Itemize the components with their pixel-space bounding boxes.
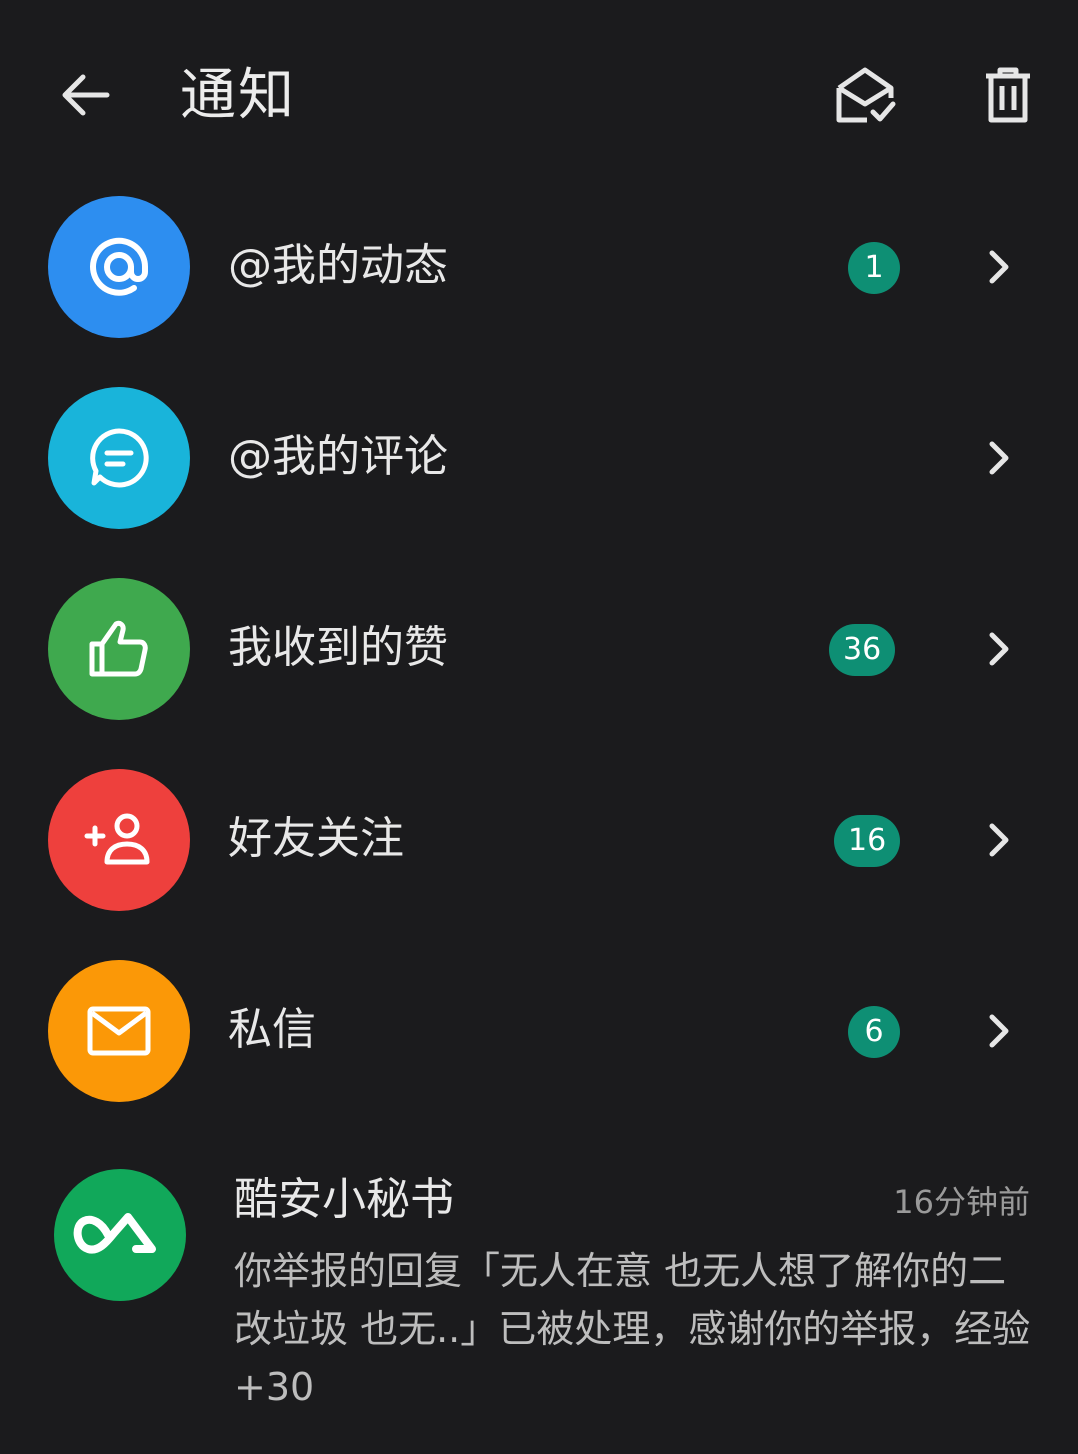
unread-badge: 1 [848,242,900,294]
delete-all-button[interactable] [972,58,1044,132]
chevron-right-icon [978,242,1018,292]
mail-icon [87,1006,151,1056]
notification-row-likes[interactable]: 我收到的赞 36 [0,564,1078,734]
envelope-open-check-icon [836,67,896,123]
thumbs-up-icon [89,620,148,677]
comments-avatar [48,387,190,529]
page-title: 通知 [180,63,296,128]
trash-icon [986,67,1030,123]
back-button[interactable] [50,58,120,132]
add-user-icon [84,813,150,865]
notification-row-comments[interactable]: @我的评论 [0,373,1078,543]
mark-all-read-button[interactable] [826,58,906,132]
unread-badge: 6 [848,1006,900,1058]
sender-name: 酷安小秘书 [234,1174,454,1225]
chevron-right-icon [978,433,1018,483]
coolapk-logo-icon [73,1213,156,1254]
followers-avatar [48,769,190,911]
at-icon [90,237,149,296]
notification-row-mentions[interactable]: @我的动态 1 [0,182,1078,352]
row-label: @我的动态 [228,240,448,291]
sender-avatar [54,1169,186,1301]
message-time: 16分钟前 [893,1183,1030,1221]
unread-badge: 16 [834,815,901,867]
unread-badge: 36 [829,624,896,676]
mentions-avatar [48,196,190,338]
arrow-left-icon [62,74,110,116]
notification-row-followers[interactable]: 好友关注 16 [0,755,1078,925]
row-label: 我收到的赞 [228,622,448,673]
chevron-right-icon [978,624,1018,674]
message-preview: 你举报的回复「无人在意 也无人想了解你的二改垃圾 也无..」已被处理，感谢你的举… [234,1249,1031,1409]
row-label: 好友关注 [228,813,404,864]
row-label: 私信 [228,1004,316,1055]
row-label: @我的评论 [228,431,448,482]
notification-row-messages[interactable]: 私信 6 [0,946,1078,1116]
chevron-right-icon [978,815,1018,865]
top-bar: 通知 [0,0,1078,180]
likes-avatar [48,578,190,720]
chevron-right-icon [978,1006,1018,1056]
comment-icon [90,428,149,488]
system-message-item[interactable]: 酷安小秘书 16分钟前 你举报的回复「无人在意 也无人想了解你的二改垃圾 也无.… [0,1150,1078,1450]
messages-avatar [48,960,190,1102]
